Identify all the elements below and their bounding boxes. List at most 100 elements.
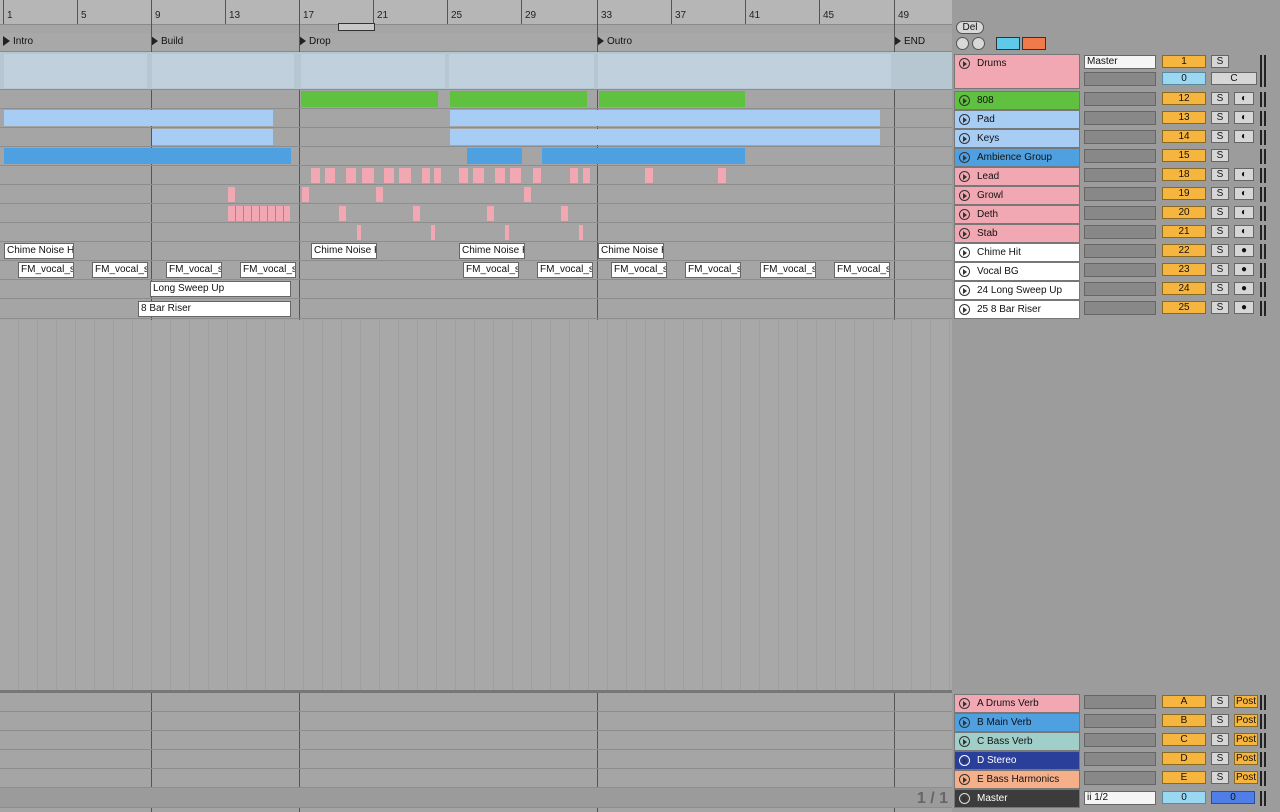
track-name-long-sweep-up[interactable]: 24 Long Sweep Up <box>954 281 1080 300</box>
output-routing-select[interactable]: Master <box>1084 55 1156 69</box>
clip-fm-vocal[interactable]: FM_vocal_s <box>685 262 741 278</box>
clip-lead[interactable] <box>495 168 505 183</box>
track-long-sweep-up[interactable]: 24 Long Sweep Up 24 S ● <box>952 280 1280 300</box>
master-track-name[interactable]: Master <box>954 789 1080 808</box>
clip-stab[interactable] <box>431 225 435 240</box>
clip-chime[interactable]: Chime Noise H <box>311 243 377 259</box>
lane-deth[interactable] <box>0 204 952 223</box>
track-activator[interactable]: 20 <box>1162 206 1206 219</box>
solo-button[interactable]: S <box>1211 752 1229 765</box>
play-icon[interactable] <box>959 190 970 201</box>
crossfade-button[interactable]: C <box>1211 72 1257 85</box>
clip-fm-vocal[interactable]: FM_vocal_s <box>18 262 74 278</box>
lane-keys[interactable] <box>0 128 952 147</box>
lock-icon[interactable] <box>1022 37 1046 50</box>
track-routing[interactable] <box>1084 149 1156 163</box>
lane-growl[interactable] <box>0 185 952 204</box>
clip-lead[interactable] <box>645 168 653 183</box>
track-name-vocal-bg[interactable]: Vocal BG <box>954 262 1080 281</box>
solo-button[interactable]: S <box>1211 111 1229 124</box>
track-name-stab[interactable]: Stab <box>954 224 1080 243</box>
post-button[interactable]: Post <box>1234 771 1258 784</box>
delete-button[interactable]: Del <box>956 21 984 34</box>
solo-button[interactable]: S <box>1211 714 1229 727</box>
clip-lead[interactable] <box>384 168 394 183</box>
play-icon[interactable] <box>959 736 970 747</box>
master-cue-volume[interactable]: 0 <box>1162 791 1206 804</box>
empty-track-area[interactable] <box>0 320 952 690</box>
arm-icon[interactable]: ● <box>1234 282 1254 295</box>
play-icon[interactable] <box>959 228 970 239</box>
return-activator[interactable]: D <box>1162 752 1206 765</box>
track-activator[interactable]: 21 <box>1162 225 1206 238</box>
solo-button[interactable]: S <box>1211 130 1229 143</box>
loop-brace[interactable] <box>338 23 375 31</box>
solo-button[interactable]: S <box>1211 149 1229 162</box>
clip-deth[interactable] <box>339 206 346 221</box>
clip-growl[interactable] <box>302 187 309 202</box>
solo-button[interactable]: S <box>1211 282 1229 295</box>
lane-drums[interactable] <box>0 52 952 90</box>
clip-fm-vocal[interactable]: FM_vocal_s <box>240 262 296 278</box>
lane-riser[interactable]: 8 Bar Riser <box>0 299 952 319</box>
locator-build[interactable]: Build <box>151 36 183 47</box>
lane-master[interactable]: 1 / 1 <box>0 788 952 808</box>
track-routing[interactable] <box>1084 244 1156 258</box>
track-activator[interactable]: 18 <box>1162 168 1206 181</box>
solo-button[interactable]: S <box>1211 244 1229 257</box>
arm-icon[interactable]: ● <box>1234 263 1254 276</box>
lane-ambience[interactable] <box>0 147 952 166</box>
clip-fm-vocal[interactable]: FM_vocal_s <box>463 262 519 278</box>
clip-lead[interactable] <box>510 168 521 183</box>
clip-fm-vocal[interactable]: FM_vocal_s <box>760 262 816 278</box>
track-808[interactable]: 808 12 S ◐ <box>952 90 1280 110</box>
locator-intro[interactable]: Intro <box>3 36 33 47</box>
clip-fm-vocal[interactable]: FM_vocal_s <box>834 262 890 278</box>
track-name-8-bar-riser[interactable]: 25 8 Bar Riser <box>954 300 1080 319</box>
return-routing[interactable] <box>1084 714 1156 728</box>
play-icon[interactable] <box>959 133 970 144</box>
return-b[interactable]: B Main Verb B S Post <box>952 712 1280 732</box>
solo-button[interactable]: S <box>1211 55 1229 68</box>
return-routing[interactable] <box>1084 771 1156 785</box>
return-e[interactable]: E Bass Harmonics E S Post <box>952 769 1280 789</box>
monitor-icon[interactable]: ◐ <box>1234 225 1254 238</box>
track-activator[interactable]: 13 <box>1162 111 1206 124</box>
play-icon[interactable] <box>959 95 970 106</box>
master-output-select[interactable]: ii 1/2 <box>1084 791 1156 805</box>
return-activator[interactable]: C <box>1162 733 1206 746</box>
return-routing[interactable] <box>1084 752 1156 766</box>
track-routing[interactable] <box>1084 130 1156 144</box>
pan-display[interactable]: 0 <box>1162 72 1206 85</box>
track-name-keys[interactable]: Keys <box>954 129 1080 148</box>
prev-locator-icon[interactable] <box>956 37 969 50</box>
solo-button[interactable]: S <box>1211 168 1229 181</box>
solo-button[interactable]: S <box>1211 206 1229 219</box>
clip-deth[interactable] <box>487 206 494 221</box>
clip-growl[interactable] <box>376 187 383 202</box>
monitor-icon[interactable]: ◐ <box>1234 206 1254 219</box>
locator-end[interactable]: END <box>894 36 925 47</box>
clip-lead[interactable] <box>311 168 320 183</box>
clip-lead[interactable] <box>459 168 468 183</box>
track-name-growl[interactable]: Growl <box>954 186 1080 205</box>
post-button[interactable]: Post <box>1234 733 1258 746</box>
clip-lead[interactable] <box>434 168 441 183</box>
track-routing[interactable] <box>1084 263 1156 277</box>
monitor-icon[interactable]: ◐ <box>1234 187 1254 200</box>
clip-growl[interactable] <box>524 187 531 202</box>
track-name-ambience-group[interactable]: Ambience Group <box>954 148 1080 167</box>
track-8-bar-riser[interactable]: 25 8 Bar Riser 25 S ● <box>952 299 1280 319</box>
track-activator[interactable]: 24 <box>1162 282 1206 295</box>
play-icon[interactable] <box>959 247 970 258</box>
track-name-pad[interactable]: Pad <box>954 110 1080 129</box>
play-icon[interactable] <box>959 114 970 125</box>
solo-button[interactable]: S <box>1211 92 1229 105</box>
clip-chime[interactable]: Chime Noise H <box>598 243 664 259</box>
return-name-c[interactable]: C Bass Verb <box>954 732 1080 751</box>
clip-chime[interactable]: Chime Noise H <box>459 243 525 259</box>
clip-drums[interactable] <box>449 54 594 88</box>
clip-ambience[interactable] <box>542 148 745 164</box>
locator-bar[interactable]: Intro Build Drop Outro END <box>0 33 952 52</box>
clip-drums[interactable] <box>598 54 891 88</box>
